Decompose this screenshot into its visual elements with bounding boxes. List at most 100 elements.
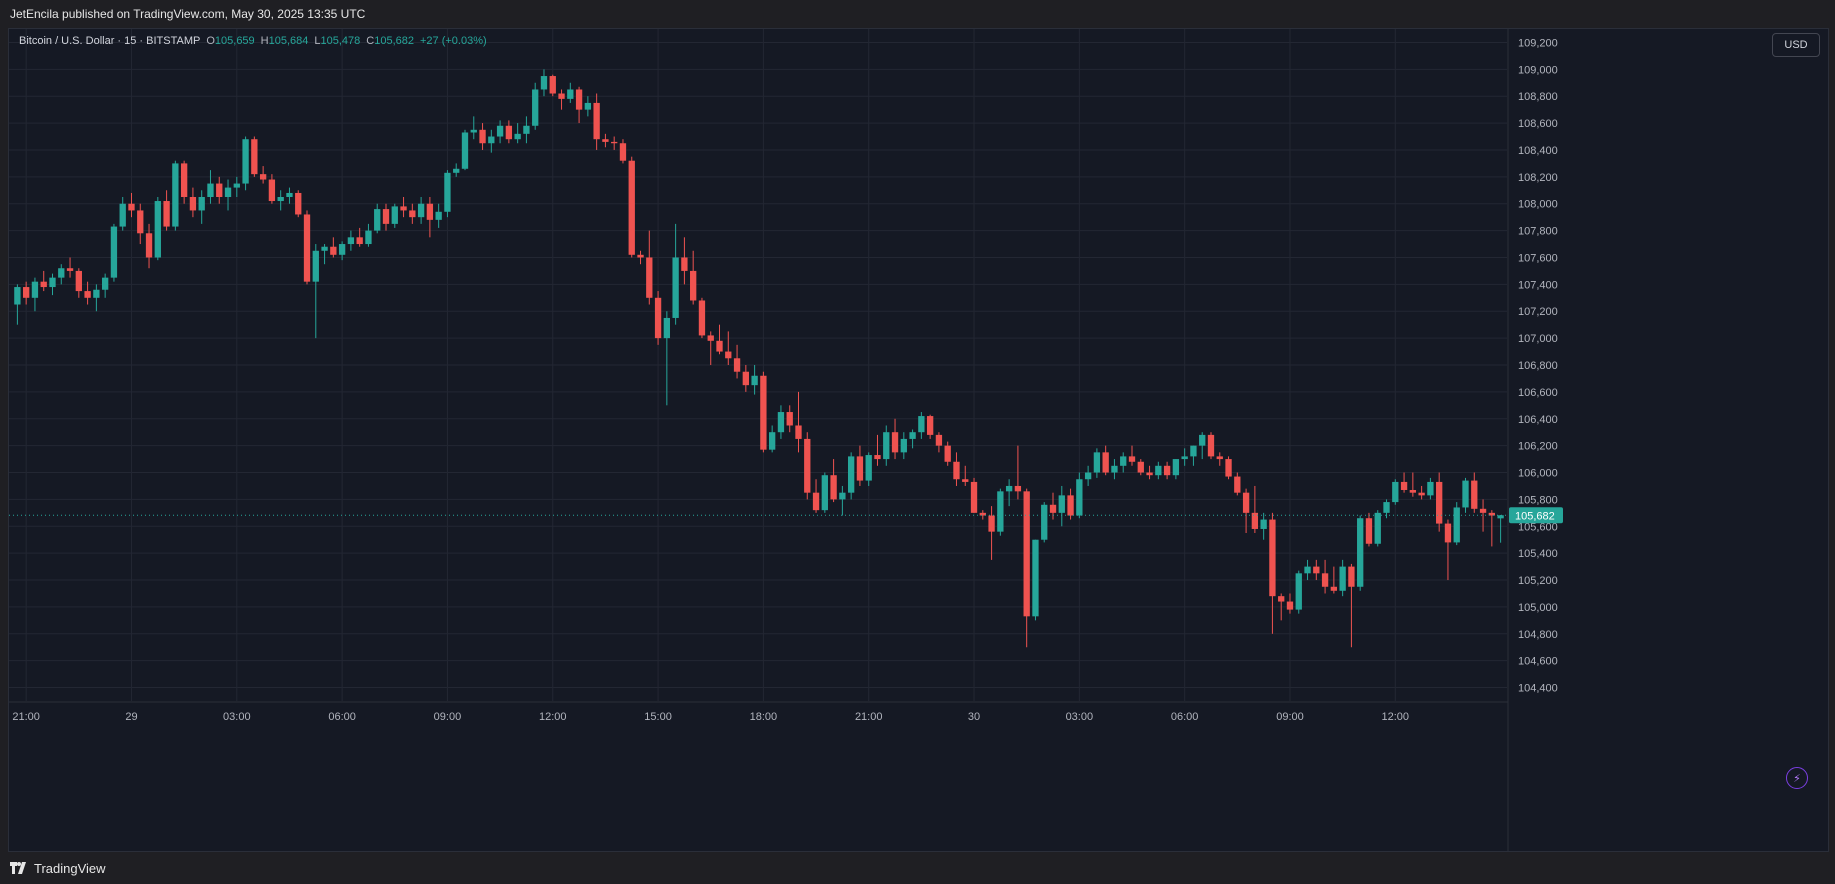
- x-tick-label: 06:00: [328, 711, 356, 723]
- candle-body: [1374, 512, 1381, 544]
- y-tick-label: 108,600: [1518, 118, 1558, 130]
- y-tick-label: 106,600: [1518, 387, 1558, 399]
- candle-body: [812, 492, 820, 511]
- candle-body: [189, 197, 197, 211]
- y-tick-label: 106,000: [1518, 468, 1558, 480]
- candle-body: [1067, 495, 1074, 516]
- tradingview-logo-icon[interactable]: [10, 862, 28, 874]
- candle-body: [637, 254, 644, 258]
- candle-body: [84, 291, 91, 298]
- candle-body: [505, 125, 513, 140]
- y-tick-label: 109,000: [1518, 64, 1558, 76]
- candle-body: [1339, 566, 1346, 591]
- tradingview-brand[interactable]: TradingView: [34, 861, 106, 876]
- candle-body: [611, 141, 618, 144]
- candle-body: [453, 168, 460, 173]
- candle-body: [1453, 507, 1460, 543]
- y-tick-label: 107,400: [1518, 279, 1558, 291]
- candle-body: [1234, 476, 1241, 493]
- symbol-title[interactable]: Bitcoin / U.S. Dollar · 15 · BITSTAMP: [19, 35, 200, 47]
- candle-body: [751, 375, 758, 386]
- candle-body: [891, 432, 899, 453]
- candle-body: [14, 287, 21, 305]
- x-tick-label: 30: [968, 711, 980, 723]
- candle-body: [470, 129, 477, 133]
- y-tick-label: 109,200: [1518, 37, 1558, 49]
- candle-body: [23, 287, 30, 298]
- candle-body: [40, 281, 47, 288]
- candle-body: [128, 203, 135, 211]
- candle-body: [259, 174, 267, 180]
- y-tick-label: 106,200: [1518, 441, 1558, 453]
- published-header: JetEncila published on TradingView.com, …: [0, 0, 1835, 28]
- candle-body: [777, 412, 785, 433]
- candle-body: [216, 183, 223, 197]
- candle-body: [926, 416, 934, 435]
- candle-body: [277, 197, 284, 202]
- candle-body: [479, 129, 486, 144]
- candle-body: [549, 76, 556, 94]
- candle-body: [970, 481, 978, 513]
- y-tick-label: 108,200: [1518, 172, 1558, 184]
- candle-body: [338, 244, 346, 255]
- close-value: C105,682: [366, 35, 414, 47]
- candle-body: [198, 197, 205, 211]
- y-tick-label: 104,600: [1518, 656, 1558, 668]
- candle-body: [409, 210, 416, 218]
- lightning-icon[interactable]: ⚡: [1786, 767, 1808, 789]
- candle-body: [725, 351, 732, 359]
- candle-body: [760, 375, 767, 450]
- candle-body: [1058, 495, 1065, 513]
- candle-body: [1357, 518, 1364, 587]
- candle-body: [75, 270, 82, 292]
- x-tick-label: 03:00: [1066, 711, 1094, 723]
- candle-body: [909, 432, 916, 439]
- footer-bar: TradingView: [0, 852, 1835, 884]
- candle-body: [856, 456, 864, 481]
- candle-body: [1111, 465, 1118, 473]
- candle-body: [1128, 456, 1136, 462]
- candle-body: [839, 492, 846, 500]
- candle-body: [1084, 472, 1092, 480]
- candle-body: [935, 434, 943, 446]
- candle-body: [461, 132, 469, 169]
- change-value: +27 (+0.03%): [420, 35, 487, 47]
- candle-body: [646, 257, 653, 298]
- candle-body: [1295, 573, 1302, 610]
- candle-body: [602, 139, 609, 142]
- candle-body: [1286, 601, 1294, 610]
- candle-body: [365, 230, 372, 245]
- candle-body: [110, 226, 118, 278]
- chart-panel[interactable]: 104,400 104,600 104,800 105,000 105,200 105,4…: [8, 28, 1829, 852]
- candle-body: [847, 456, 855, 493]
- candle-body: [49, 277, 56, 288]
- high-value: H105,684: [260, 35, 309, 47]
- candle-body: [1014, 485, 1022, 492]
- y-tick-label: 106,400: [1518, 414, 1558, 426]
- candle-body: [575, 89, 583, 110]
- candle-body: [312, 250, 319, 282]
- candle-body: [417, 203, 425, 218]
- currency-button[interactable]: USD: [1772, 33, 1820, 57]
- candle-body: [558, 93, 565, 99]
- candle-body: [1400, 481, 1408, 490]
- candle-body: [962, 479, 969, 482]
- candle-body: [742, 371, 749, 386]
- candle-body: [400, 206, 407, 211]
- candle-body: [374, 209, 381, 231]
- candle-body: [1172, 459, 1180, 476]
- y-tick-label: 105,800: [1518, 494, 1558, 506]
- candle-body: [180, 163, 188, 197]
- candle-body: [716, 340, 723, 352]
- candle-body: [698, 300, 706, 336]
- candle-body: [567, 89, 574, 99]
- candle-body: [883, 432, 890, 460]
- candle-body: [795, 425, 802, 439]
- candle-body: [619, 143, 627, 161]
- candle-body: [1049, 504, 1057, 513]
- x-tick-label: 29: [125, 711, 137, 723]
- candle-body: [1313, 566, 1320, 574]
- candle-body: [145, 233, 153, 258]
- candle-body: [514, 133, 521, 140]
- candlestick-chart[interactable]: 104,400 104,600 104,800 105,000 105,200 105,4…: [9, 29, 1828, 851]
